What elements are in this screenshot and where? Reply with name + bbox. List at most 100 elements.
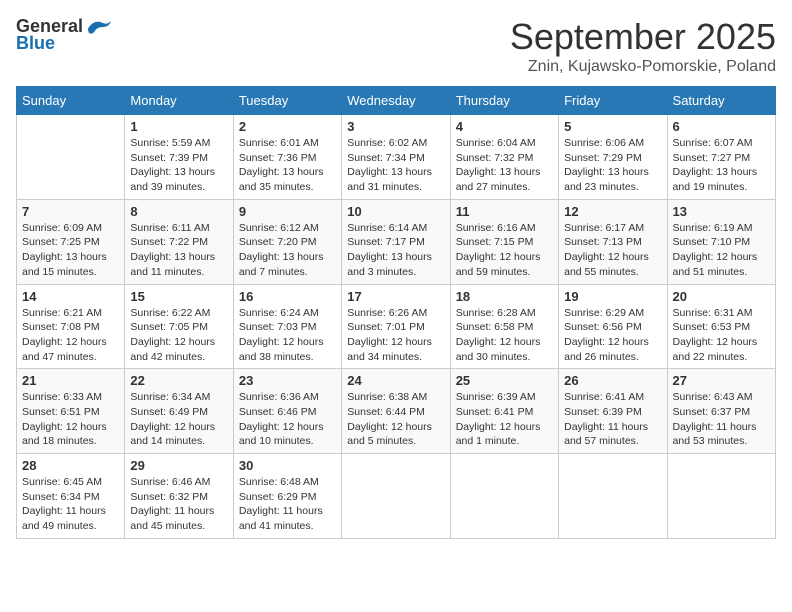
calendar-week-4: 21Sunrise: 6:33 AMSunset: 6:51 PMDayligh… bbox=[17, 369, 776, 454]
day-detail: Sunrise: 6:11 AMSunset: 7:22 PMDaylight:… bbox=[130, 221, 227, 280]
day-detail: Sunrise: 6:31 AMSunset: 6:53 PMDaylight:… bbox=[673, 306, 770, 365]
day-number: 17 bbox=[347, 289, 444, 304]
day-detail: Sunrise: 6:02 AMSunset: 7:34 PMDaylight:… bbox=[347, 136, 444, 195]
day-detail: Sunrise: 6:09 AMSunset: 7:25 PMDaylight:… bbox=[22, 221, 119, 280]
day-detail: Sunrise: 6:19 AMSunset: 7:10 PMDaylight:… bbox=[673, 221, 770, 280]
calendar-cell: 20 Sunrise: 6:31 AMSunset: 6:53 PMDayligh… bbox=[667, 284, 775, 369]
calendar-cell: 27Sunrise: 6:43 AMSunset: 6:37 PMDayligh… bbox=[667, 369, 775, 454]
page-header: General Blue September 2025 Znin, Kujaws… bbox=[16, 16, 776, 76]
calendar-cell: 16 Sunrise: 6:24 AMSunset: 7:03 PMDayligh… bbox=[233, 284, 341, 369]
day-detail: Sunrise: 6:48 AMSunset: 6:29 PMDaylight:… bbox=[239, 475, 336, 534]
month-title: September 2025 bbox=[510, 16, 776, 58]
day-detail: Sunrise: 6:21 AMSunset: 7:08 PMDaylight:… bbox=[22, 306, 119, 365]
calendar-cell: 26Sunrise: 6:41 AMSunset: 6:39 PMDayligh… bbox=[559, 369, 667, 454]
day-detail: Sunrise: 6:45 AMSunset: 6:34 PMDaylight:… bbox=[22, 475, 119, 534]
calendar-cell: 9Sunrise: 6:12 AMSunset: 7:20 PMDaylight… bbox=[233, 199, 341, 284]
day-number: 1 bbox=[130, 119, 227, 134]
day-detail: Sunrise: 6:29 AMSunset: 6:56 PMDaylight:… bbox=[564, 306, 661, 365]
day-number: 30 bbox=[239, 458, 336, 473]
day-detail: Sunrise: 6:46 AMSunset: 6:32 PMDaylight:… bbox=[130, 475, 227, 534]
day-detail: Sunrise: 6:17 AMSunset: 7:13 PMDaylight:… bbox=[564, 221, 661, 280]
day-number: 25 bbox=[456, 373, 553, 388]
weekday-header-friday: Friday bbox=[559, 87, 667, 115]
day-number: 12 bbox=[564, 204, 661, 219]
day-detail: Sunrise: 6:38 AMSunset: 6:44 PMDaylight:… bbox=[347, 390, 444, 449]
day-number: 13 bbox=[673, 204, 770, 219]
day-number: 5 bbox=[564, 119, 661, 134]
day-number: 28 bbox=[22, 458, 119, 473]
weekday-row: SundayMondayTuesdayWednesdayThursdayFrid… bbox=[17, 87, 776, 115]
day-detail: Sunrise: 6:12 AMSunset: 7:20 PMDaylight:… bbox=[239, 221, 336, 280]
calendar-week-2: 7Sunrise: 6:09 AMSunset: 7:25 PMDaylight… bbox=[17, 199, 776, 284]
day-number: 22 bbox=[130, 373, 227, 388]
calendar-cell: 4 Sunrise: 6:04 AMSunset: 7:32 PMDaylight… bbox=[450, 115, 558, 200]
day-number: 4 bbox=[456, 119, 553, 134]
logo: General Blue bbox=[16, 16, 115, 54]
calendar-cell bbox=[559, 454, 667, 539]
day-detail: Sunrise: 6:34 AMSunset: 6:49 PMDaylight:… bbox=[130, 390, 227, 449]
day-detail: Sunrise: 6:16 AMSunset: 7:15 PMDaylight:… bbox=[456, 221, 553, 280]
calendar-cell: 17Sunrise: 6:26 AMSunset: 7:01 PMDayligh… bbox=[342, 284, 450, 369]
logo-bird-icon bbox=[87, 17, 115, 37]
calendar-cell: 29 Sunrise: 6:46 AMSunset: 6:32 PMDayligh… bbox=[125, 454, 233, 539]
calendar-cell: 5 Sunrise: 6:06 AMSunset: 7:29 PMDaylight… bbox=[559, 115, 667, 200]
calendar-cell: 23Sunrise: 6:36 AMSunset: 6:46 PMDayligh… bbox=[233, 369, 341, 454]
day-detail: Sunrise: 6:22 AMSunset: 7:05 PMDaylight:… bbox=[130, 306, 227, 365]
calendar-cell: 18 Sunrise: 6:28 AMSunset: 6:58 PMDayligh… bbox=[450, 284, 558, 369]
day-detail: Sunrise: 5:59 AMSunset: 7:39 PMDaylight:… bbox=[130, 136, 227, 195]
day-detail: Sunrise: 6:39 AMSunset: 6:41 PMDaylight:… bbox=[456, 390, 553, 449]
calendar-cell: 6Sunrise: 6:07 AMSunset: 7:27 PMDaylight… bbox=[667, 115, 775, 200]
calendar-cell bbox=[450, 454, 558, 539]
calendar-cell: 8 Sunrise: 6:11 AMSunset: 7:22 PMDaylight… bbox=[125, 199, 233, 284]
day-detail: Sunrise: 6:04 AMSunset: 7:32 PMDaylight:… bbox=[456, 136, 553, 195]
day-detail: Sunrise: 6:06 AMSunset: 7:29 PMDaylight:… bbox=[564, 136, 661, 195]
weekday-header-sunday: Sunday bbox=[17, 87, 125, 115]
day-detail: Sunrise: 6:33 AMSunset: 6:51 PMDaylight:… bbox=[22, 390, 119, 449]
day-number: 20 bbox=[673, 289, 770, 304]
calendar-cell: 30 Sunrise: 6:48 AMSunset: 6:29 PMDayligh… bbox=[233, 454, 341, 539]
calendar-cell: 21Sunrise: 6:33 AMSunset: 6:51 PMDayligh… bbox=[17, 369, 125, 454]
weekday-header-monday: Monday bbox=[125, 87, 233, 115]
weekday-header-tuesday: Tuesday bbox=[233, 87, 341, 115]
day-number: 16 bbox=[239, 289, 336, 304]
calendar-table: SundayMondayTuesdayWednesdayThursdayFrid… bbox=[16, 86, 776, 539]
calendar-cell: 12 Sunrise: 6:17 AMSunset: 7:13 PMDayligh… bbox=[559, 199, 667, 284]
calendar-cell: 13 Sunrise: 6:19 AMSunset: 7:10 PMDayligh… bbox=[667, 199, 775, 284]
day-number: 2 bbox=[239, 119, 336, 134]
day-detail: Sunrise: 6:24 AMSunset: 7:03 PMDaylight:… bbox=[239, 306, 336, 365]
calendar-cell: 25 Sunrise: 6:39 AMSunset: 6:41 PMDayligh… bbox=[450, 369, 558, 454]
day-detail: Sunrise: 6:01 AMSunset: 7:36 PMDaylight:… bbox=[239, 136, 336, 195]
day-number: 29 bbox=[130, 458, 227, 473]
day-number: 11 bbox=[456, 204, 553, 219]
calendar-cell: 7Sunrise: 6:09 AMSunset: 7:25 PMDaylight… bbox=[17, 199, 125, 284]
day-number: 10 bbox=[347, 204, 444, 219]
day-detail: Sunrise: 6:36 AMSunset: 6:46 PMDaylight:… bbox=[239, 390, 336, 449]
calendar-week-1: 1 Sunrise: 5:59 AMSunset: 7:39 PMDaylight… bbox=[17, 115, 776, 200]
calendar-cell: 2 Sunrise: 6:01 AMSunset: 7:36 PMDaylight… bbox=[233, 115, 341, 200]
weekday-header-thursday: Thursday bbox=[450, 87, 558, 115]
calendar-week-5: 28 Sunrise: 6:45 AMSunset: 6:34 PMDayligh… bbox=[17, 454, 776, 539]
weekday-header-saturday: Saturday bbox=[667, 87, 775, 115]
calendar-cell: 24Sunrise: 6:38 AMSunset: 6:44 PMDayligh… bbox=[342, 369, 450, 454]
location-text: Znin, Kujawsko-Pomorskie, Poland bbox=[510, 58, 776, 76]
calendar-cell: 1 Sunrise: 5:59 AMSunset: 7:39 PMDaylight… bbox=[125, 115, 233, 200]
calendar-week-3: 14Sunrise: 6:21 AMSunset: 7:08 PMDayligh… bbox=[17, 284, 776, 369]
day-detail: Sunrise: 6:07 AMSunset: 7:27 PMDaylight:… bbox=[673, 136, 770, 195]
calendar-cell: 3 Sunrise: 6:02 AMSunset: 7:34 PMDaylight… bbox=[342, 115, 450, 200]
calendar-cell: 11 Sunrise: 6:16 AMSunset: 7:15 PMDayligh… bbox=[450, 199, 558, 284]
calendar-cell: 15Sunrise: 6:22 AMSunset: 7:05 PMDayligh… bbox=[125, 284, 233, 369]
calendar-cell bbox=[342, 454, 450, 539]
day-detail: Sunrise: 6:14 AMSunset: 7:17 PMDaylight:… bbox=[347, 221, 444, 280]
calendar-cell bbox=[667, 454, 775, 539]
calendar-cell: 14Sunrise: 6:21 AMSunset: 7:08 PMDayligh… bbox=[17, 284, 125, 369]
calendar-cell: 10 Sunrise: 6:14 AMSunset: 7:17 PMDayligh… bbox=[342, 199, 450, 284]
title-section: September 2025 Znin, Kujawsko-Pomorskie,… bbox=[510, 16, 776, 76]
day-number: 18 bbox=[456, 289, 553, 304]
day-detail: Sunrise: 6:28 AMSunset: 6:58 PMDaylight:… bbox=[456, 306, 553, 365]
day-detail: Sunrise: 6:43 AMSunset: 6:37 PMDaylight:… bbox=[673, 390, 770, 449]
calendar-cell bbox=[17, 115, 125, 200]
calendar-cell: 22 Sunrise: 6:34 AMSunset: 6:49 PMDayligh… bbox=[125, 369, 233, 454]
day-detail: Sunrise: 6:41 AMSunset: 6:39 PMDaylight:… bbox=[564, 390, 661, 449]
day-number: 3 bbox=[347, 119, 444, 134]
day-number: 8 bbox=[130, 204, 227, 219]
